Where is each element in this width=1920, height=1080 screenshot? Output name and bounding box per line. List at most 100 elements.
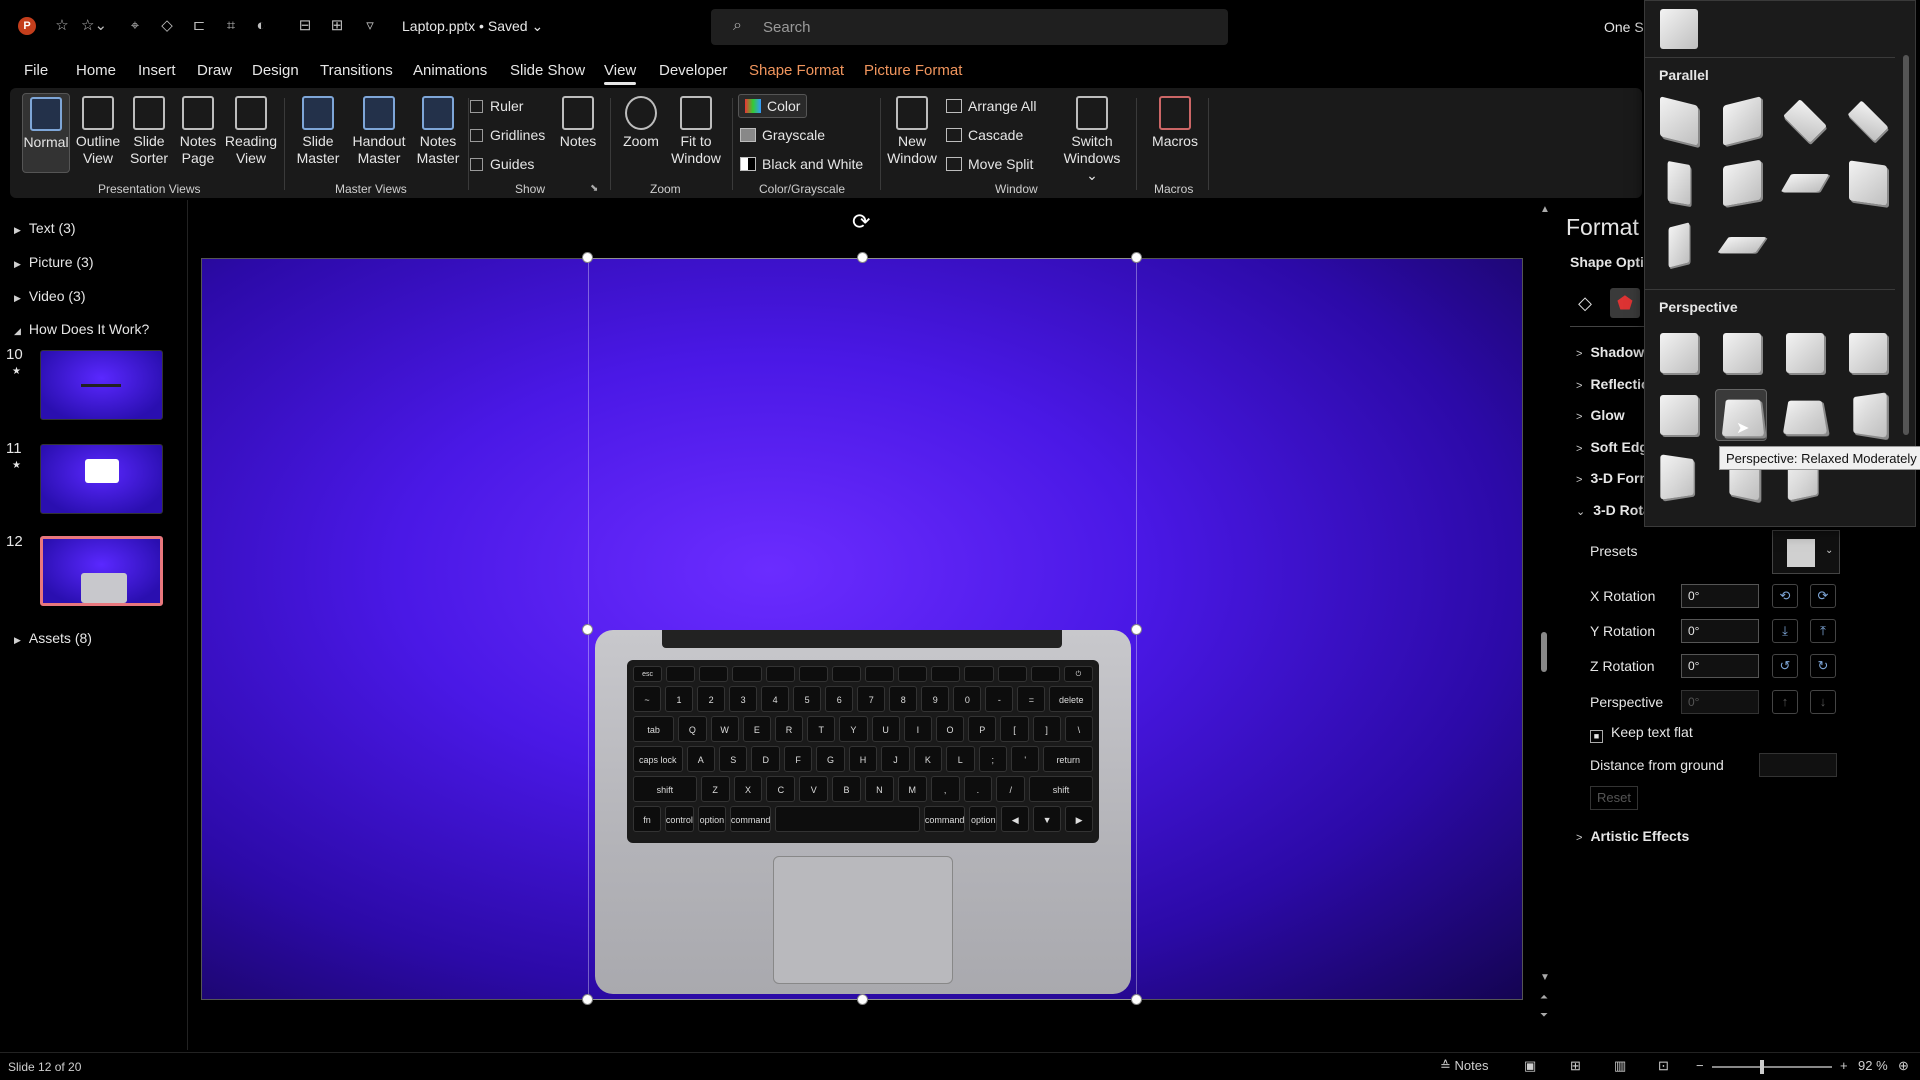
preset-parallel[interactable] bbox=[1652, 219, 1704, 271]
shadow-section[interactable]: > Shadow bbox=[1576, 344, 1644, 360]
grayscale-button[interactable]: Grayscale bbox=[740, 127, 825, 143]
next-slide-icon[interactable]: ⏷ bbox=[1540, 1010, 1548, 1021]
macros-button[interactable]: Macros bbox=[1150, 96, 1200, 150]
resize-handle[interactable] bbox=[857, 252, 868, 263]
slide-thumbnail-10[interactable] bbox=[40, 350, 163, 420]
document-title[interactable]: Laptop.pptx • Saved ⌄ bbox=[402, 18, 543, 35]
fit-slide-icon[interactable]: ⊕ bbox=[1898, 1058, 1909, 1074]
resize-handle[interactable] bbox=[582, 252, 593, 263]
notes-page-button[interactable]: Notes Page bbox=[176, 96, 220, 167]
handout-master-button[interactable]: Handout Master bbox=[346, 96, 412, 167]
x-rotation-input[interactable]: 0° bbox=[1681, 584, 1759, 608]
preset-parallel[interactable] bbox=[1778, 157, 1830, 209]
notes-button[interactable]: Notes bbox=[554, 96, 602, 150]
normal-view-icon[interactable]: ▣ bbox=[1524, 1058, 1536, 1074]
tab-shape-format[interactable]: Shape Format bbox=[749, 62, 844, 79]
tab-design[interactable]: Design bbox=[252, 62, 299, 79]
zoom-button[interactable]: Zoom bbox=[616, 96, 666, 150]
normal-view-button[interactable]: Normal bbox=[22, 93, 70, 173]
resize-handle[interactable] bbox=[1131, 252, 1142, 263]
zoom-out-icon[interactable]: − bbox=[1696, 1058, 1704, 1073]
search-input[interactable]: ⌕ Search bbox=[711, 9, 1228, 45]
presets-dropdown[interactable]: ⌄ bbox=[1772, 530, 1840, 574]
star-icon[interactable]: ☆ bbox=[53, 17, 71, 35]
y-rotation-input[interactable]: 0° bbox=[1681, 619, 1759, 643]
guides-checkbox[interactable]: Guides bbox=[470, 156, 534, 172]
keep-text-flat-checkbox[interactable]: ■ Keep text flat bbox=[1590, 724, 1693, 743]
preset-parallel[interactable] bbox=[1778, 95, 1830, 147]
section-text[interactable]: ▶ Text (3) bbox=[14, 220, 76, 236]
rotate-handle-icon[interactable]: ⟳ bbox=[852, 209, 870, 235]
rotate-counterclockwise-icon[interactable]: ↺ bbox=[1772, 654, 1798, 678]
switch-windows-button[interactable]: Switch Windows ⌄ bbox=[1060, 96, 1124, 184]
show-dialog-launcher-icon[interactable]: ⬊ bbox=[590, 183, 598, 194]
tab-slide-show[interactable]: Slide Show bbox=[510, 62, 585, 79]
shape-options-tab[interactable]: Shape Opti bbox=[1570, 254, 1644, 270]
perspective-input[interactable]: 0° bbox=[1681, 690, 1759, 714]
tab-transitions[interactable]: Transitions bbox=[320, 62, 393, 79]
fill-icon[interactable]: ◐ bbox=[252, 17, 270, 35]
section-video[interactable]: ▶ Video (3) bbox=[14, 288, 85, 304]
tab-file[interactable]: File bbox=[24, 62, 48, 79]
preset-parallel[interactable] bbox=[1841, 95, 1893, 147]
reset-button[interactable]: Reset bbox=[1590, 786, 1638, 810]
black-and-white-button[interactable]: Black and White bbox=[740, 156, 863, 172]
gallery-scrollbar[interactable] bbox=[1903, 55, 1909, 435]
narrow-field-icon[interactable]: ↑ bbox=[1772, 690, 1798, 714]
zoom-level[interactable]: 92 % bbox=[1858, 1058, 1888, 1073]
canvas-scrollbar[interactable]: ▲ ▼ ⏶ ⏷ bbox=[1540, 200, 1550, 1030]
slide-show-icon[interactable]: ⊡ bbox=[1658, 1058, 1669, 1074]
zoom-in-icon[interactable]: + bbox=[1840, 1058, 1848, 1073]
artistic-effects-section[interactable]: > Artistic Effects bbox=[1576, 828, 1689, 844]
preset-parallel[interactable] bbox=[1715, 157, 1767, 209]
slide-thumbnail-12[interactable] bbox=[40, 536, 163, 606]
preset-perspective[interactable] bbox=[1841, 327, 1893, 379]
slide-sorter-icon[interactable]: ⊞ bbox=[1570, 1058, 1581, 1074]
glow-section[interactable]: > Glow bbox=[1576, 407, 1625, 423]
preset-parallel[interactable] bbox=[1715, 219, 1767, 271]
preset-perspective[interactable] bbox=[1652, 389, 1704, 441]
slide-sorter-button[interactable]: Slide Sorter bbox=[125, 96, 173, 167]
gridlines-checkbox[interactable]: Gridlines bbox=[470, 127, 545, 143]
move-split-button[interactable]: Move Split bbox=[946, 156, 1033, 172]
shape-icon[interactable]: ◇ bbox=[158, 17, 176, 35]
tab-animations[interactable]: Animations bbox=[413, 62, 487, 79]
preset-perspective[interactable] bbox=[1715, 327, 1767, 379]
notes-toggle[interactable]: ≙ Notes bbox=[1440, 1058, 1488, 1074]
customize-toolbar-icon[interactable]: ▿ bbox=[361, 17, 379, 35]
preset-parallel[interactable] bbox=[1652, 95, 1704, 147]
laptop-picture[interactable]: esc ⏻ ~1 2 3 4 5 6 7 8 9 0- = delete tab Q W E R T Y U I O P[]… bbox=[595, 630, 1131, 994]
preset-perspective[interactable] bbox=[1652, 451, 1704, 503]
color-button[interactable]: Color bbox=[738, 94, 808, 118]
ruler-checkbox[interactable]: Ruler bbox=[470, 98, 523, 114]
resize-handle[interactable] bbox=[857, 994, 868, 1005]
notes-master-button[interactable]: Notes Master bbox=[414, 96, 462, 167]
section-picture[interactable]: ▶ Picture (3) bbox=[14, 254, 94, 270]
scroll-down-icon[interactable]: ▼ bbox=[1540, 972, 1550, 983]
widen-field-icon[interactable]: ↓ bbox=[1810, 690, 1836, 714]
preset-perspective[interactable] bbox=[1841, 389, 1893, 441]
tab-view[interactable]: View bbox=[604, 62, 637, 85]
previous-slide-icon[interactable]: ⏶ bbox=[1540, 992, 1548, 1003]
section-assets[interactable]: ▶ Assets (8) bbox=[14, 630, 92, 646]
rotate-right-icon[interactable]: ⟳ bbox=[1810, 584, 1836, 608]
preset-parallel[interactable] bbox=[1841, 157, 1893, 209]
tab-draw[interactable]: Draw bbox=[197, 62, 232, 79]
tab-picture-format[interactable]: Picture Format bbox=[864, 62, 962, 79]
cascade-button[interactable]: Cascade bbox=[946, 127, 1023, 143]
distance-from-ground-input[interactable] bbox=[1759, 753, 1837, 777]
preset-no-rotation[interactable] bbox=[1652, 3, 1704, 55]
rotate-down-icon[interactable]: ⤓ bbox=[1772, 619, 1798, 643]
reading-view-button[interactable]: Reading View bbox=[223, 96, 279, 167]
crop-icon[interactable]: ⌗ bbox=[222, 17, 240, 35]
fill-line-icon[interactable]: ◇ bbox=[1570, 288, 1600, 318]
distribute-icon[interactable]: ⊟ bbox=[296, 17, 314, 35]
preset-parallel[interactable] bbox=[1715, 95, 1767, 147]
scrollbar-thumb[interactable] bbox=[1541, 632, 1547, 672]
align-icon[interactable]: ⊏ bbox=[190, 17, 208, 35]
3d-rotation-section[interactable]: ⌄ 3-D Rota bbox=[1576, 502, 1651, 518]
favorite-dropdown-icon[interactable]: ☆⌄ bbox=[81, 17, 107, 35]
reflection-section[interactable]: > Reflectio bbox=[1576, 376, 1650, 392]
outline-view-button[interactable]: Outline View bbox=[73, 96, 123, 167]
arrange-all-button[interactable]: Arrange All bbox=[946, 98, 1036, 114]
